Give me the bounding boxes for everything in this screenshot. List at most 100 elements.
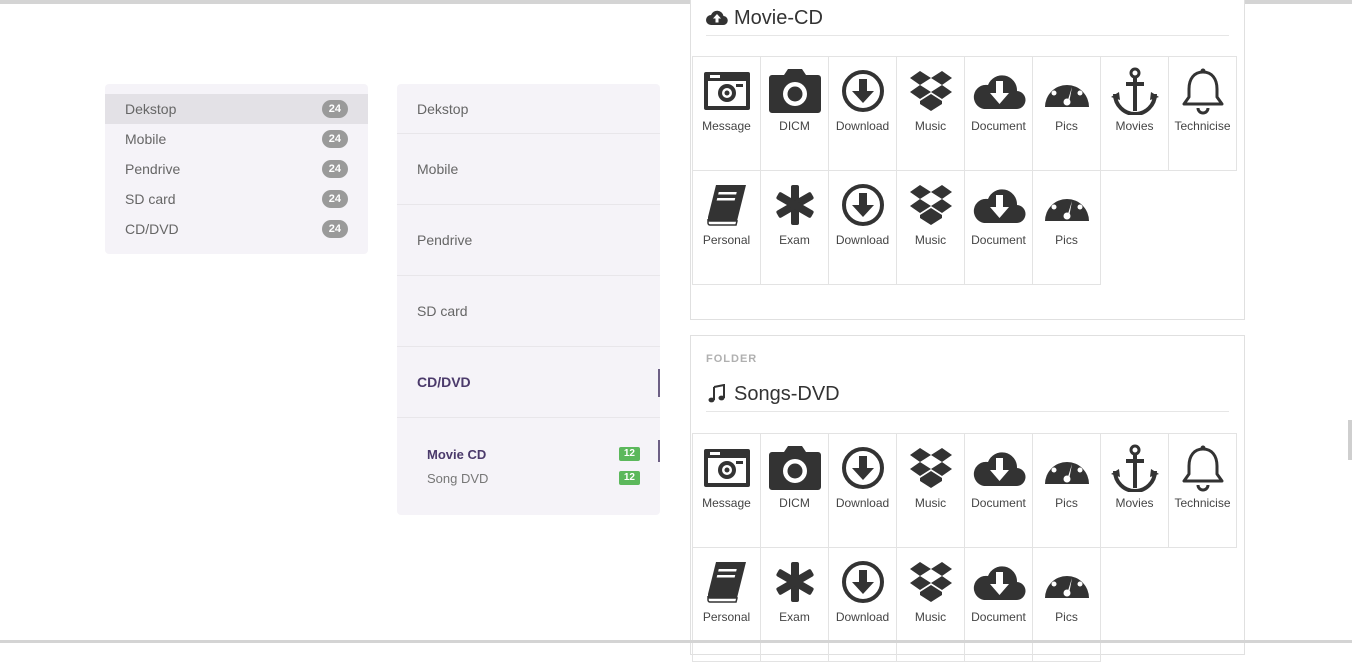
accordion-item-cd-dvd[interactable]: CD/DVD xyxy=(397,347,660,418)
accordion-item-mobile[interactable]: Mobile xyxy=(397,134,660,205)
category-label: Dekstop xyxy=(125,101,177,117)
count-badge: 24 xyxy=(321,220,348,238)
folder-title-text: Movie-CD xyxy=(734,6,823,29)
dropbox-icon xyxy=(903,444,959,492)
download-icon xyxy=(835,558,891,606)
scrollbar[interactable] xyxy=(1348,420,1352,460)
tile-personal[interactable]: Personal xyxy=(692,170,761,285)
tile-label: DICM xyxy=(779,496,810,510)
tile-exam[interactable]: Exam xyxy=(760,170,829,285)
tile-label: Pics xyxy=(1055,119,1078,133)
category-item-cd-dvd[interactable]: CD/DVD 24 xyxy=(105,214,368,244)
icon-grid: Message DICM Download Music Document Pics Movi… xyxy=(692,433,1237,662)
dashboard-icon xyxy=(1039,558,1095,606)
tile-label: Document xyxy=(971,610,1026,624)
dropbox-icon xyxy=(903,181,959,229)
tile-label: Document xyxy=(971,119,1026,133)
tile-download[interactable]: Download xyxy=(828,547,897,662)
category-label: SD card xyxy=(125,191,176,207)
tile-download[interactable]: Download xyxy=(828,433,897,548)
asterisk-icon xyxy=(767,181,823,229)
submenu-label: Song DVD xyxy=(427,470,489,486)
category-item-mobile[interactable]: Mobile 24 xyxy=(105,124,368,154)
tile-personal[interactable]: Personal xyxy=(692,547,761,662)
folder-title-text: Songs-DVD xyxy=(734,382,840,405)
tile-exam[interactable]: Exam xyxy=(760,547,829,662)
tile-label: Music xyxy=(914,119,947,133)
tile-label: Document xyxy=(971,496,1026,510)
icon-grid: Message DICM Download Music Document Pics Movi… xyxy=(692,56,1237,285)
tile-technicise[interactable]: Technicise xyxy=(1168,433,1237,548)
tile-label: DICM xyxy=(779,119,810,133)
category-label: CD/DVD xyxy=(125,221,179,237)
count-badge: 24 xyxy=(321,100,348,118)
accordion-submenu: Movie CD 12 Song DVD 12 xyxy=(397,418,660,490)
tile-pics[interactable]: Pics xyxy=(1032,56,1101,171)
submenu-label: Movie CD xyxy=(427,446,487,462)
bell-icon xyxy=(1175,67,1231,115)
tile-movies[interactable]: Movies xyxy=(1100,56,1169,171)
tile-document[interactable]: Document xyxy=(964,547,1033,662)
category-label: Pendrive xyxy=(125,161,181,177)
camera-icon xyxy=(767,444,823,492)
tile-label: Download xyxy=(835,233,890,247)
cloud-download-icon xyxy=(971,558,1027,606)
submenu-item-song-dvd[interactable]: Song DVD 12 xyxy=(427,466,640,490)
asterisk-icon xyxy=(767,558,823,606)
tile-label: Pics xyxy=(1055,610,1078,624)
folder-panel-movie-cd: Movie-CD Message DICM Download Music Documen… xyxy=(690,0,1245,320)
tile-label: Download xyxy=(835,119,890,133)
tile-label: Personal xyxy=(702,610,751,624)
tile-music[interactable]: Music xyxy=(896,170,965,285)
accordion-item-sd-card[interactable]: SD card xyxy=(397,276,660,347)
count-badge: 24 xyxy=(321,160,348,178)
dropbox-icon xyxy=(903,558,959,606)
tile-download[interactable]: Download xyxy=(828,56,897,171)
tile-music[interactable]: Music xyxy=(896,433,965,548)
tile-label: Movies xyxy=(1115,119,1154,133)
category-item-sd-card[interactable]: SD card 24 xyxy=(105,184,368,214)
tile-technicise[interactable]: Technicise xyxy=(1168,56,1237,171)
tile-dicm[interactable]: DICM xyxy=(760,433,829,548)
accordion-item-dekstop[interactable]: Dekstop xyxy=(397,84,660,134)
accordion-item-pendrive[interactable]: Pendrive xyxy=(397,205,660,276)
tile-music[interactable]: Music xyxy=(896,547,965,662)
count-badge: 12 xyxy=(618,447,640,461)
tile-label: Document xyxy=(971,233,1026,247)
folder-title: Songs-DVD xyxy=(706,377,1229,412)
dashboard-icon xyxy=(1039,67,1095,115)
bell-icon xyxy=(1175,444,1231,492)
tile-message[interactable]: Message xyxy=(692,433,761,548)
category-item-dekstop[interactable]: Dekstop 24 xyxy=(105,94,368,124)
folder-panel-songs-dvd: FOLDER Songs-DVD Message DICM Download Musi… xyxy=(690,335,1245,662)
book-icon xyxy=(699,181,755,229)
tile-message[interactable]: Message xyxy=(692,56,761,171)
folder-label: FOLDER xyxy=(706,353,758,365)
folder-title: Movie-CD xyxy=(706,1,1229,36)
tile-label: Message xyxy=(702,119,751,133)
tile-label: Exam xyxy=(779,610,810,624)
tile-pics[interactable]: Pics xyxy=(1032,433,1101,548)
tile-document[interactable]: Document xyxy=(964,433,1033,548)
count-badge: 12 xyxy=(618,471,640,485)
anchor-icon xyxy=(1107,444,1163,492)
tile-download[interactable]: Download xyxy=(828,170,897,285)
submenu-item-movie-cd[interactable]: Movie CD 12 xyxy=(427,442,640,466)
tile-movies[interactable]: Movies xyxy=(1100,433,1169,548)
download-icon xyxy=(835,444,891,492)
tile-music[interactable]: Music xyxy=(896,56,965,171)
tile-label: Exam xyxy=(779,233,810,247)
cloud-download-icon xyxy=(971,444,1027,492)
tile-dicm[interactable]: DICM xyxy=(760,56,829,171)
tile-pics[interactable]: Pics xyxy=(1032,170,1101,285)
category-list: Dekstop 24 Mobile 24 Pendrive 24 SD card… xyxy=(105,84,368,254)
tile-pics[interactable]: Pics xyxy=(1032,547,1101,662)
count-badge: 24 xyxy=(321,190,348,208)
tile-label: Music xyxy=(914,496,947,510)
category-item-pendrive[interactable]: Pendrive 24 xyxy=(105,154,368,184)
tile-document[interactable]: Document xyxy=(964,56,1033,171)
accordion-nav: Dekstop Mobile Pendrive SD card CD/DVD M… xyxy=(397,84,660,515)
tile-document[interactable]: Document xyxy=(964,170,1033,285)
book-icon xyxy=(699,558,755,606)
camera-icon xyxy=(767,67,823,115)
